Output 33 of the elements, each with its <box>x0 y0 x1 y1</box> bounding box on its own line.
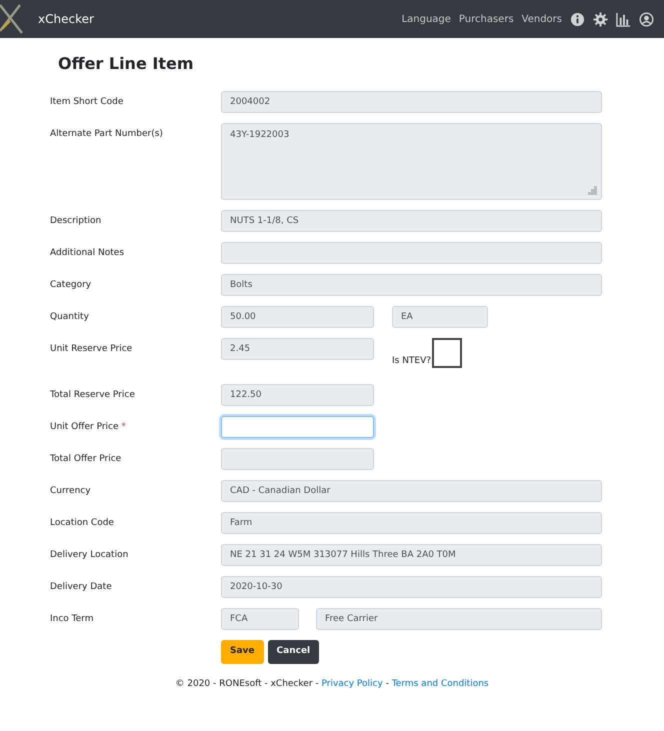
field-label: Alternate Part Number(s) <box>50 128 164 142</box>
field-label: Delivery Date <box>50 581 113 594</box>
field-label: Unit Offer Price * <box>50 421 127 434</box>
field-label: Unit Reserve Price <box>50 343 134 356</box>
field-label: Location Code <box>50 517 115 530</box>
field-label: Category <box>50 279 92 292</box>
field-label: Inco Term <box>50 613 94 626</box>
field-label: Item Short Code <box>50 96 124 110</box>
nav-link[interactable]: Vendors <box>522 12 562 26</box>
page-title: Offer Line Item <box>58 54 194 74</box>
nav-link[interactable]: Language <box>402 12 451 26</box>
user-icon[interactable] <box>639 12 654 26</box>
field-label: Delivery Location <box>50 549 130 562</box>
field-label: Quantity <box>50 311 90 324</box>
logo-icon[interactable] <box>0 3 26 35</box>
nav-link[interactable]: Purchasers <box>458 12 514 26</box>
field-label: Total Reserve Price <box>50 389 136 402</box>
field-label: Currency <box>50 485 92 498</box>
bar-chart-icon[interactable] <box>616 12 631 26</box>
brand-name[interactable]: xChecker <box>38 10 94 28</box>
field-label: Total Offer Price <box>50 453 122 466</box>
footer-text: © 2020 - RONEsoft - xChecker - Privacy Policy - Terms and Conditions <box>174 678 490 691</box>
checkbox[interactable] <box>432 338 462 368</box>
info-icon[interactable] <box>570 12 585 26</box>
settings-icon[interactable] <box>593 12 608 26</box>
footer-link[interactable]: Terms and Conditions <box>392 678 489 689</box>
field-label: Additional Notes <box>50 247 126 260</box>
footer-link[interactable]: Privacy Policy <box>321 678 383 689</box>
cancel-button[interactable]: Cancel <box>268 640 320 664</box>
save-button[interactable]: Save <box>221 640 264 664</box>
checkbox-label: Is NTEV? <box>392 354 432 368</box>
input-field[interactable] <box>221 416 374 438</box>
field-label: Description <box>50 215 102 228</box>
